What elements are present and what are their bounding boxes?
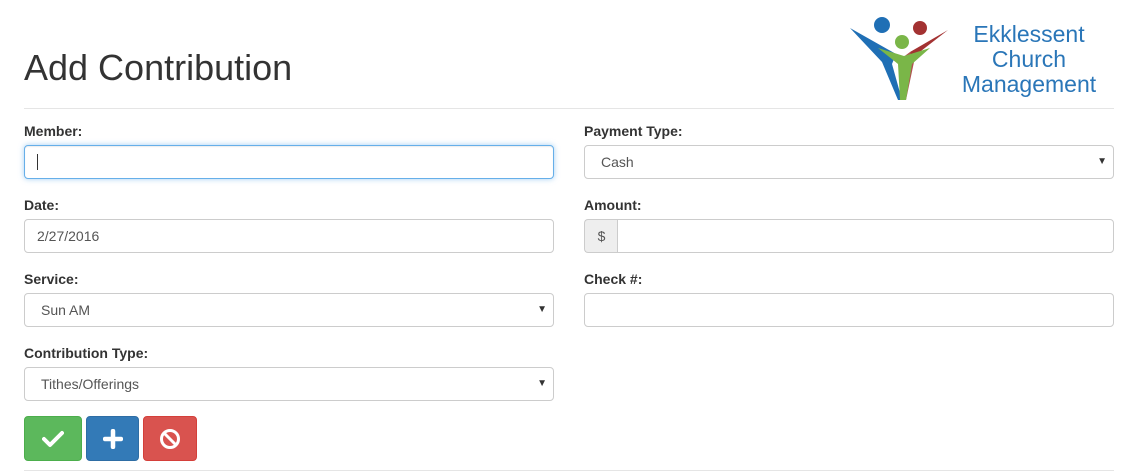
amount-input[interactable] xyxy=(617,219,1114,253)
logo-line-2: Church xyxy=(991,46,1067,72)
save-button[interactable] xyxy=(24,416,82,461)
cancel-button[interactable] xyxy=(143,416,197,461)
contribution-type-selected-value: Tithes/Offerings xyxy=(41,376,140,392)
contribution-type-select[interactable]: Tithes/Offerings ▼ xyxy=(24,367,554,401)
logo-line-3: Management xyxy=(961,71,1097,97)
page-title: Add Contribution xyxy=(24,47,293,88)
payment-type-select[interactable]: Cash ▼ xyxy=(584,145,1114,179)
member-label: Member: xyxy=(24,123,83,139)
date-input[interactable]: 2/27/2016 xyxy=(24,219,554,253)
contribution-type-label: Contribution Type: xyxy=(24,345,149,361)
check-number-label: Check #: xyxy=(584,271,643,287)
people-logo-icon xyxy=(850,17,948,100)
service-selected-value: Sun AM xyxy=(41,302,91,318)
check-number-input[interactable] xyxy=(584,293,1114,327)
payment-type-label: Payment Type: xyxy=(584,123,683,139)
currency-addon: $ xyxy=(584,219,618,253)
amount-input-group: $ xyxy=(584,219,1114,253)
service-select[interactable]: Sun AM ▼ xyxy=(24,293,554,327)
service-label: Service: xyxy=(24,271,79,287)
caret-down-icon: ▼ xyxy=(1097,156,1107,167)
footer-divider xyxy=(24,470,1114,471)
plus-icon xyxy=(102,428,123,449)
caret-down-icon: ▼ xyxy=(537,378,547,389)
payment-type-selected-value: Cash xyxy=(601,154,634,170)
check-icon xyxy=(42,430,64,447)
date-label: Date: xyxy=(24,197,60,213)
logo-line-1: Ekklessent xyxy=(973,21,1085,47)
add-button[interactable] xyxy=(86,416,139,461)
amount-label: Amount: xyxy=(584,197,642,213)
logo: Ekklessent Church Management xyxy=(848,14,1108,102)
logo-text: Ekklessent Church Management xyxy=(952,22,1106,97)
caret-down-icon: ▼ xyxy=(537,304,547,315)
member-input[interactable] xyxy=(24,145,554,179)
ban-icon xyxy=(160,428,180,449)
header-divider xyxy=(24,108,1114,109)
text-cursor xyxy=(37,154,38,170)
